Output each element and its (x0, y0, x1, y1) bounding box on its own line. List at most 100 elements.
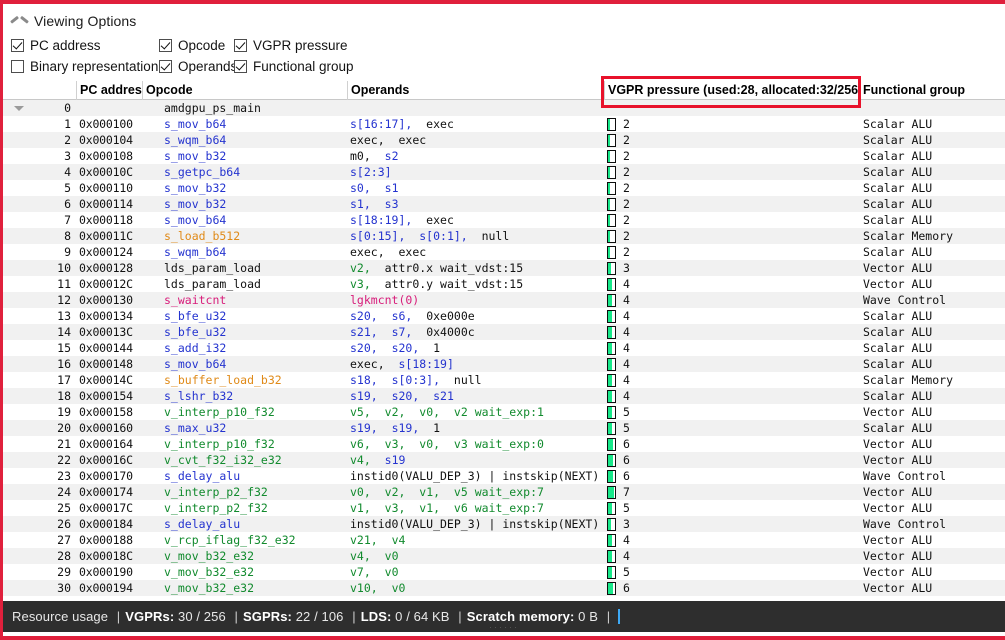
operand-token: instid0(VALU_DEP_3) | instskip(NEXT) (350, 517, 599, 531)
table-row[interactable]: 260x000184s_delay_aluinstid0(VALU_DEP_3)… (3, 516, 1005, 532)
vgpr-pressure-value: 6 (623, 468, 630, 484)
row-index: 2 (31, 132, 76, 148)
status-separator: | (352, 609, 355, 624)
row-pc-address: 0x000124 (76, 244, 142, 260)
row-expand-cell (3, 308, 31, 324)
row-functional-group: Vector ALU (859, 260, 1005, 276)
table-row[interactable]: 60x000114s_mov_b32s1, s32Scalar ALU (3, 196, 1005, 212)
row-index: 30 (31, 580, 76, 596)
checkbox-vgpr-pressure[interactable]: VGPR pressure (234, 38, 348, 53)
row-functional-group: Scalar ALU (859, 388, 1005, 404)
row-index: 28 (31, 548, 76, 564)
table-row[interactable]: 40x00010Cs_getpc_b64s[2:3]2Scalar ALU (3, 164, 1005, 180)
row-functional-group: Vector ALU (859, 580, 1005, 596)
table-row[interactable]: 180x000154s_lshr_b32s19, s20, s214Scalar… (3, 388, 1005, 404)
checkbox-operands[interactable]: Operands (159, 59, 234, 74)
operand-token: s0, (350, 181, 371, 195)
table-row[interactable]: 110x00012Clds_param_loadv3, attr0.y wait… (3, 276, 1005, 292)
vgpr-pressure-bar (607, 582, 616, 595)
checkbox-opcode[interactable]: Opcode (159, 38, 234, 53)
column-header-opcode[interactable]: Opcode (142, 81, 347, 100)
vgpr-pressure-bar-fill (608, 343, 612, 354)
table-row[interactable]: 30x000108s_mov_b32m0, s22Scalar ALU (3, 148, 1005, 164)
chevron-down-icon[interactable] (14, 106, 24, 111)
viewing-options-panel: Viewing Options PC address Opcode VGPR p… (3, 4, 1005, 79)
checkbox-operands-box[interactable] (159, 60, 172, 73)
vgpr-pressure-bar (607, 342, 616, 355)
row-vgpr-pressure: 4 (604, 356, 859, 372)
viewing-options-title: Viewing Options (34, 13, 136, 29)
operand-token: v21, (350, 533, 378, 547)
row-functional-group: Scalar ALU (859, 212, 1005, 228)
checkbox-binary-representation[interactable]: Binary representation (11, 59, 159, 74)
table-row[interactable]: 70x000118s_mov_b64s[18:19], exec2Scalar … (3, 212, 1005, 228)
row-opcode: s_waitcnt (142, 292, 347, 308)
row-functional-group: Scalar ALU (859, 356, 1005, 372)
table-row[interactable]: 280x00018Cv_mov_b32_e32v4, v04Vector ALU (3, 548, 1005, 564)
column-header-vgpr-pressure[interactable]: VGPR pressure (used:28, allocated:32/256… (604, 81, 859, 100)
table-row[interactable]: 300x000194v_mov_b32_e32v10, v06Vector AL… (3, 580, 1005, 596)
table-row[interactable]: 190x000158v_interp_p10_f32v5, v2, v0, v2… (3, 404, 1005, 420)
table-row[interactable]: 0amdgpu_ps_main (3, 100, 1005, 116)
row-vgpr-pressure: 2 (604, 180, 859, 196)
table-row[interactable]: 270x000188v_rcp_iflag_f32_e32v21, v44Vec… (3, 532, 1005, 548)
operand-token: s20, (392, 341, 420, 355)
row-pc-address: 0x000114 (76, 196, 142, 212)
table-row[interactable]: 230x000170s_delay_aluinstid0(VALU_DEP_3)… (3, 468, 1005, 484)
table-row[interactable]: 130x000134s_bfe_u32s20, s6, 0xe000e4Scal… (3, 308, 1005, 324)
table-row[interactable]: 220x00016Cv_cvt_f32_i32_e32v4, s196Vecto… (3, 452, 1005, 468)
column-header-pc-address[interactable]: PC address (76, 81, 142, 100)
viewing-options-row-2: Binary representation Operands Functiona… (11, 56, 1005, 76)
vgpr-pressure-value: 5 (623, 564, 630, 580)
table-row[interactable]: 140x00013Cs_bfe_u32s21, s7, 0x4000c4Scal… (3, 324, 1005, 340)
checkbox-opcode-box[interactable] (159, 39, 172, 52)
disassembly-view: Viewing Options PC address Opcode VGPR p… (0, 0, 1005, 640)
table-row[interactable]: 10x000100s_mov_b64s[16:17], exec2Scalar … (3, 116, 1005, 132)
table-row[interactable]: 120x000130s_waitcntlgkmcnt(0)4Wave Contr… (3, 292, 1005, 308)
chevron-up-icon[interactable] (11, 16, 27, 27)
operand-token: v5 wait_exp:7 (454, 485, 544, 499)
operand-token: v2, (385, 485, 406, 499)
checkbox-functional-group-box[interactable] (234, 60, 247, 73)
row-functional-group: Wave Control (859, 468, 1005, 484)
checkbox-functional-group[interactable]: Functional group (234, 59, 354, 74)
status-bar-text: Resource usage |VGPRs: 30 / 256 |SGPRs: … (12, 609, 615, 624)
checkbox-binary-representation-box[interactable] (11, 60, 24, 73)
table-row[interactable]: 200x000160s_max_u32s19, s19, 15Scalar AL… (3, 420, 1005, 436)
table-row[interactable]: 50x000110s_mov_b32s0, s12Scalar ALU (3, 180, 1005, 196)
table-row[interactable]: 100x000128lds_param_loadv2, attr0.x wait… (3, 260, 1005, 276)
checkbox-pc-address-box[interactable] (11, 39, 24, 52)
table-row[interactable]: 250x00017Cv_interp_p2_f32v1, v3, v1, v6 … (3, 500, 1005, 516)
operand-token: s21 (433, 389, 454, 403)
table-row[interactable]: 170x00014Cs_buffer_load_b32s18, s[0:3], … (3, 372, 1005, 388)
table-row[interactable]: 210x000164v_interp_p10_f32v6, v3, v0, v3… (3, 436, 1005, 452)
row-operands: s[2:3] (347, 164, 604, 180)
table-row[interactable]: 90x000124s_wqm_b64exec, exec2Scalar ALU (3, 244, 1005, 260)
checkbox-pc-address[interactable]: PC address (11, 38, 159, 53)
row-index: 20 (31, 420, 76, 436)
table-row[interactable]: 240x000174v_interp_p2_f32v0, v2, v1, v5 … (3, 484, 1005, 500)
table-row[interactable]: 20x000104s_wqm_b64exec, exec2Scalar ALU (3, 132, 1005, 148)
table-row[interactable]: 290x000190v_mov_b32_e32v7, v05Vector ALU (3, 564, 1005, 580)
column-header-operands[interactable]: Operands (347, 81, 604, 100)
table-row[interactable]: 80x00011Cs_load_b512s[0:15], s[0:1], nul… (3, 228, 1005, 244)
row-vgpr-pressure: 3 (604, 260, 859, 276)
row-index: 27 (31, 532, 76, 548)
row-opcode: s_bfe_u32 (142, 308, 347, 324)
viewing-options-header[interactable]: Viewing Options (11, 10, 1005, 32)
operand-token: s2 (385, 149, 399, 163)
row-index: 11 (31, 276, 76, 292)
row-expand-cell (3, 196, 31, 212)
row-functional-group: Vector ALU (859, 436, 1005, 452)
row-expand-cell[interactable] (3, 100, 31, 116)
checkbox-vgpr-pressure-box[interactable] (234, 39, 247, 52)
row-pc-address: 0x000100 (76, 116, 142, 132)
table-row[interactable]: 160x000148s_mov_b64exec, s[18:19]4Scalar… (3, 356, 1005, 372)
column-header-functional-group[interactable]: Functional group (859, 81, 1005, 100)
resize-grip-icon[interactable]: ······ (489, 622, 519, 632)
row-functional-group: Vector ALU (859, 276, 1005, 292)
row-pc-address: 0x000164 (76, 436, 142, 452)
row-opcode: s_mov_b64 (142, 116, 347, 132)
table-row[interactable]: 150x000144s_add_i32s20, s20, 14Scalar AL… (3, 340, 1005, 356)
vgpr-pressure-bar-fill (608, 423, 612, 434)
